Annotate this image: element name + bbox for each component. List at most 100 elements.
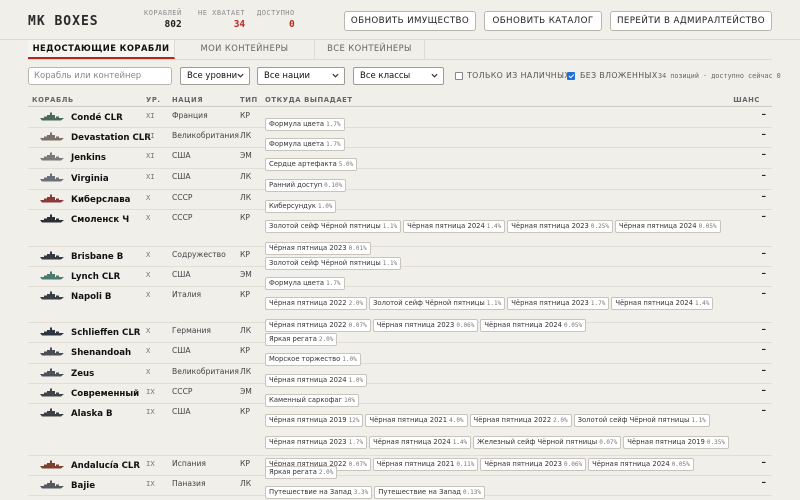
table-row[interactable]: Devastation CLR XI Великобритания ЛК Формула… xyxy=(28,128,772,151)
table-row[interactable]: Bajie IX Паназия ЛК Путешествие на Запад 3.3%… xyxy=(28,476,772,499)
chevron-down-icon xyxy=(431,73,438,78)
container-name: Чёрная пятница 2019 xyxy=(269,416,347,424)
table-row[interactable]: Современный IX СССР ЭМ Каменный саркофаг 10% – xyxy=(28,384,772,407)
container-chip[interactable]: Чёрная пятница 2024 1.4% xyxy=(403,220,506,233)
container-chip[interactable]: Чёрная пятница 2023 1.7% xyxy=(265,436,368,449)
ship-tier: X xyxy=(146,193,151,202)
container-chip[interactable]: Путешествие на Запад 3.3% xyxy=(265,486,373,499)
table-row[interactable]: Alaska B IX США КР Чёрная пятница 2019 12% Чёр… xyxy=(28,404,772,471)
class-select[interactable]: Все классы xyxy=(353,67,444,85)
ship-icon xyxy=(40,291,64,300)
table-row[interactable]: Napoli B X Италия КР Чёрная пятница 2022 2.0%… xyxy=(28,287,772,332)
stat-missing-label: НЕ ХВАТАЕТ xyxy=(198,9,246,17)
update-inventory-button[interactable]: ОБНОВИТЬ ИМУЩЕСТВО xyxy=(344,11,476,31)
ship-icon xyxy=(40,251,64,260)
container-chip[interactable]: Чёрная пятница 2019 0.35% xyxy=(623,436,729,449)
table-row[interactable]: Lynch CLR X США ЭМ Формула цвета 1.7% – xyxy=(28,267,772,290)
ship-type: ЛК xyxy=(240,367,252,376)
no-nested-label: БЕЗ ВЛОЖЕННЫХ xyxy=(580,71,658,80)
only-available-checkbox[interactable] xyxy=(455,72,463,80)
container-chip[interactable]: Золотой сейф Чёрной пятницы 1.1% xyxy=(573,414,710,427)
container-name: Чёрная пятница 2023 xyxy=(269,438,347,446)
table-row[interactable]: Zeus X Великобритания ЛК Чёрная пятница 2024… xyxy=(28,364,772,387)
table-header: КОРАБЛЬ УР. НАЦИЯ ТИП ОТКУДА ВЫПАДАЕТ ША… xyxy=(28,93,772,107)
col-source: ОТКУДА ВЫПАДАЕТ xyxy=(265,96,353,104)
table-row[interactable]: Brisbane B X Содружество КР Золотой сейф Чёр… xyxy=(28,247,772,270)
table-row[interactable]: Jenkins XI США ЭМ Сердце артефакта 5.0% – xyxy=(28,148,772,171)
drop-percent: 0.25% xyxy=(590,223,609,230)
update-catalog-button[interactable]: ОБНОВИТЬ КАТАЛОГ xyxy=(484,11,602,31)
drop-percent: 1.4% xyxy=(486,223,502,230)
chevron-down-icon xyxy=(237,73,244,78)
container-chip[interactable]: Путешествие на Запад 0.13% xyxy=(374,486,486,499)
chance-value: – xyxy=(761,289,767,299)
container-chip[interactable]: Чёрная пятница 2024 1.4% xyxy=(369,436,472,449)
container-chip[interactable]: Чёрная пятница 2024 1.4% xyxy=(611,297,714,310)
container-chip[interactable]: Чёрная пятница 2023 0.25% xyxy=(507,220,613,233)
container-chip[interactable]: Чёрная пятница 2024 0.05% xyxy=(614,220,721,233)
tab-my-containers[interactable]: МОИ КОНТЕЙНЕРЫ xyxy=(175,40,315,59)
container-chip[interactable]: Чёрная пятница 2022 2.0% xyxy=(469,414,572,427)
ship-name: Jenkins xyxy=(71,153,107,163)
container-chip[interactable]: Золотой сейф Чёрной пятницы 1.1% xyxy=(369,297,506,310)
chance-value: – xyxy=(761,366,767,376)
drop-percent: 1.7% xyxy=(348,439,364,446)
table-row[interactable]: Schlieffen CLR X Германия ЛК Яркая регата 2.0… xyxy=(28,323,772,346)
ship-icon xyxy=(40,408,64,417)
drop-percent: 12% xyxy=(348,417,360,424)
search-input[interactable] xyxy=(28,67,172,85)
chance-value: – xyxy=(761,150,767,160)
col-tier: УР. xyxy=(146,96,161,104)
col-type: ТИП xyxy=(240,96,258,104)
drop-percent: 2.0% xyxy=(318,469,334,476)
container-name: Чёрная пятница 2022 xyxy=(473,416,552,424)
table-row[interactable]: Смоленск Ч X СССР КР Золотой сейф Чёрной пят… xyxy=(28,210,772,255)
chance-value: – xyxy=(761,110,767,120)
container-name: Путешествие на Запад xyxy=(378,488,461,496)
ship-name: Shenandoah xyxy=(71,348,132,358)
ship-nation: Великобритания xyxy=(172,367,239,376)
stat-available-label: ДОСТУПНО xyxy=(257,9,295,17)
ship-tier: XI xyxy=(146,111,155,120)
ship-name: Киберслава xyxy=(71,195,131,205)
only-available-label: ТОЛЬКО ИЗ НАЛИЧНЫХ xyxy=(467,71,571,80)
ship-name: Bajie xyxy=(71,481,96,491)
col-ship: КОРАБЛЬ xyxy=(32,96,74,104)
no-nested-checkbox[interactable] xyxy=(567,72,575,80)
container-name: Сердце артефакта xyxy=(269,160,337,168)
table-row[interactable]: Shenandoah X США КР Морское торжество 1.0% – xyxy=(28,343,772,366)
table-row[interactable]: Condé CLR XI Франция КР Формула цвета 1.7% – xyxy=(28,108,772,131)
drop-percent: 1.7% xyxy=(590,300,606,307)
table-row[interactable]: Virginia XI США ЛК Ранний доступ 0.10% – xyxy=(28,169,772,192)
container-chip[interactable]: Чёрная пятница 2022 2.0% xyxy=(265,297,368,310)
tier-select[interactable]: Все уровни xyxy=(180,67,250,85)
tab-missing-ships[interactable]: НЕДОСТАЮЩИЕ КОРАБЛИ xyxy=(28,40,175,59)
ship-tier: IX xyxy=(146,407,155,416)
nation-select[interactable]: Все нации xyxy=(257,67,345,85)
container-chip[interactable]: Золотой сейф Чёрной пятницы 1.1% xyxy=(265,220,402,233)
container-chip[interactable]: Чёрная пятница 2019 12% xyxy=(265,414,364,427)
go-to-admiralty-button[interactable]: ПЕРЕЙТИ В АДМИРАЛТЕЙСТВО xyxy=(610,11,772,31)
ship-nation: США xyxy=(172,346,191,355)
ship-tier: X xyxy=(146,367,151,376)
container-chip[interactable]: Чёрная пятница 2023 1.7% xyxy=(507,297,610,310)
ship-name: Devastation CLR xyxy=(71,133,151,143)
table-row[interactable]: Киберслава X СССР ЛК Киберсундук 1.0% – xyxy=(28,190,772,213)
ship-icon xyxy=(40,194,64,203)
col-chance: ШАНС xyxy=(733,96,760,104)
drop-percent: 2.0% xyxy=(318,336,334,343)
tier-select-value: Все уровни xyxy=(187,71,238,81)
tab-all-containers[interactable]: ВСЕ КОНТЕЙНЕРЫ xyxy=(315,40,425,59)
container-name: Чёрная пятница 2024 xyxy=(618,222,697,230)
container-chip[interactable]: Железный сейф Чёрной пятницы 0.07% xyxy=(473,436,622,449)
ship-nation: Паназия xyxy=(172,479,206,488)
drop-sources: Путешествие на Запад 3.3% Путешествие на З… xyxy=(265,479,735,500)
ship-type: КР xyxy=(240,213,250,222)
table-row[interactable]: Andalucía CLR IX Испания КР Яркая регата 2.0%… xyxy=(28,456,772,479)
drop-percent: 5.0% xyxy=(338,161,354,168)
chance-value: – xyxy=(761,171,767,181)
results-count: 34 позиций · доступно сейчас 0 xyxy=(658,72,781,80)
container-chip[interactable]: Чёрная пятница 2021 4.0% xyxy=(365,414,468,427)
ship-tier: IX xyxy=(146,459,155,468)
ship-type: КР xyxy=(240,459,250,468)
